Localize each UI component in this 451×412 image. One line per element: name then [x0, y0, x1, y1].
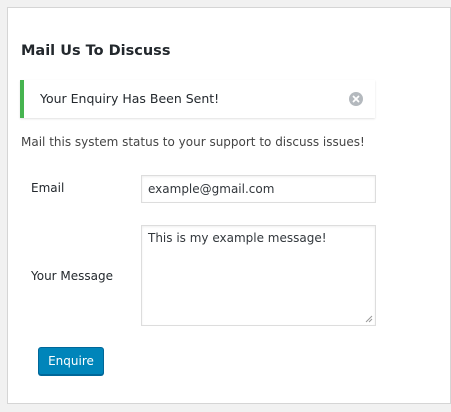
dismiss-icon[interactable] — [349, 92, 363, 106]
mail-us-panel — [7, 7, 451, 404]
enquire-button[interactable]: Enquire — [38, 347, 104, 375]
notice-text: Your Enquiry Has Been Sent! — [40, 91, 220, 106]
email-label: Email — [31, 181, 65, 195]
message-textarea[interactable]: This is my example message! — [141, 225, 376, 326]
resize-grip-icon[interactable] — [363, 313, 373, 323]
success-notice: Your Enquiry Has Been Sent! — [20, 80, 375, 118]
email-field[interactable] — [141, 175, 376, 203]
message-label: Your Message — [31, 269, 114, 283]
panel-title: Mail Us To Discuss — [21, 43, 171, 59]
intro-text: Mail this system status to your support … — [21, 135, 365, 149]
